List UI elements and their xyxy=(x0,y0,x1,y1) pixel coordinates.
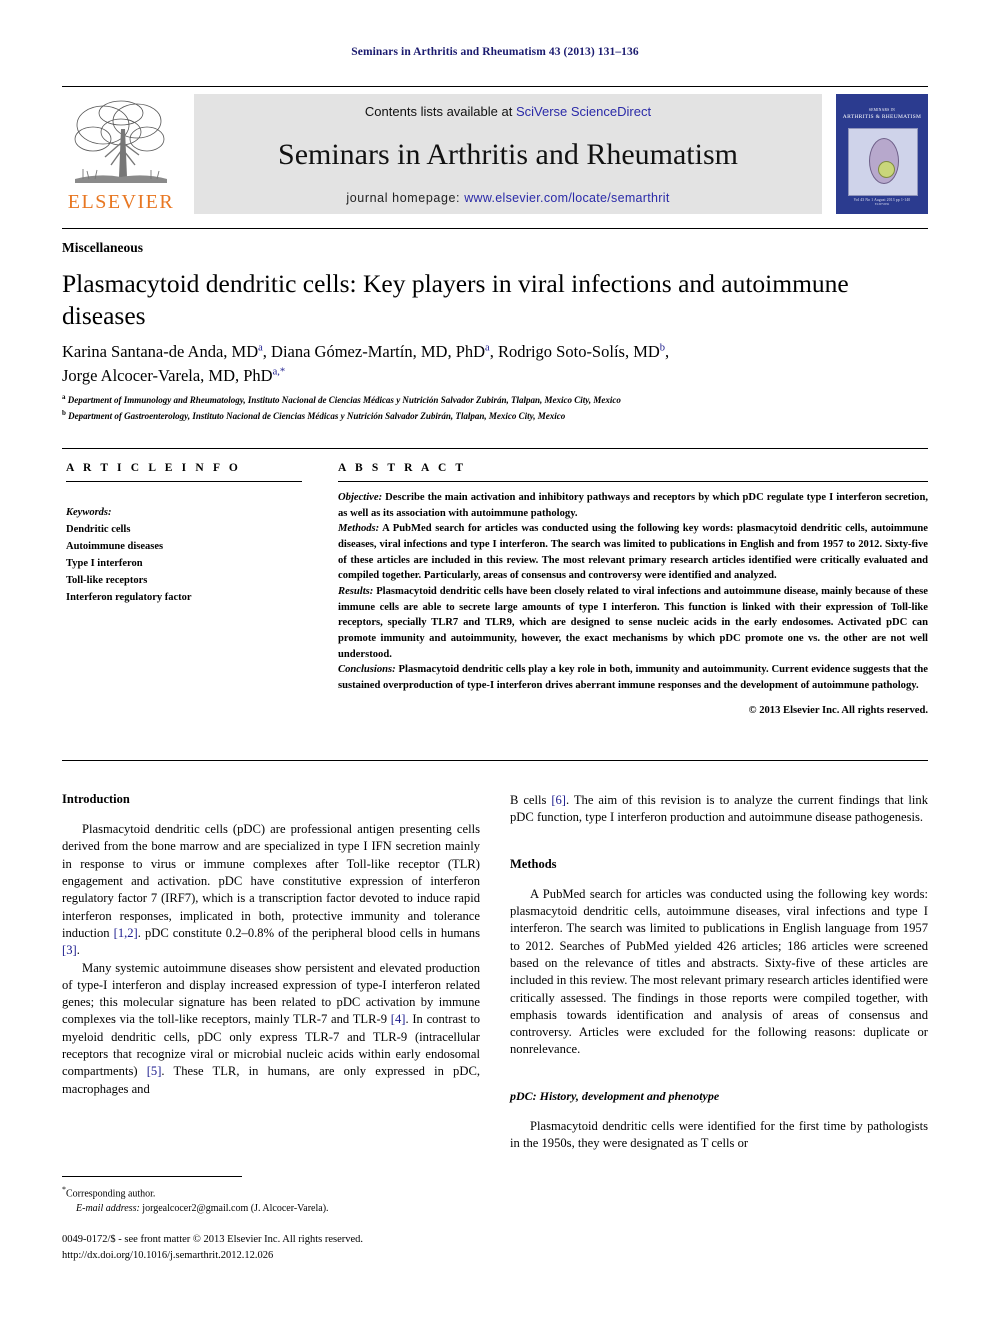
article-info-heading: A R T I C L E I N F O xyxy=(66,462,241,474)
abstract-conclusions-text: Plasmacytoid dendritic cells play a key … xyxy=(338,664,928,692)
masthead-top-rule xyxy=(62,86,928,87)
citation-reference[interactable]: [3] xyxy=(62,943,77,957)
abstract-band-top-rule xyxy=(62,448,928,449)
email-label: E-mail address: xyxy=(76,1203,140,1215)
abstract-conclusions: Conclusions: Plasmacytoid dendritic cell… xyxy=(338,662,928,693)
keyword-item: Dendritic cells xyxy=(66,524,131,535)
cover-cell-nucleus xyxy=(878,161,895,178)
abstract-band-bottom-rule xyxy=(62,760,928,761)
homepage-prefix-text: journal homepage: xyxy=(346,191,465,205)
citation-reference[interactable]: [6] xyxy=(551,793,566,807)
article-info-rule xyxy=(66,481,302,482)
abstract-results: Results: Plasmacytoid dendritic cells ha… xyxy=(338,584,928,662)
cover-title-block: SEMINARS IN ARTHRITIS & RHEUMATISM xyxy=(836,108,928,122)
body-column-left: Introduction Plasmacytoid dendritic cell… xyxy=(62,792,480,1098)
footnote-separator-rule xyxy=(62,1176,242,1177)
article-info-column: A R T I C L E I N F O Keywords: Dendriti… xyxy=(66,462,302,606)
keyword-item: Type I interferon xyxy=(66,558,143,569)
citation-reference[interactable]: [5] xyxy=(147,1064,162,1078)
author-line1-tail: , xyxy=(665,342,670,361)
abstract-objective: Objective: Describe the main activation … xyxy=(338,490,928,521)
author-4: Jorge Alcocer-Varela, MD, PhD xyxy=(62,366,273,386)
keyword-item: Toll-like receptors xyxy=(66,575,148,586)
cover-publisher-mark: ELSEVIER xyxy=(874,202,890,206)
contents-available-line: Contents lists available at SciVerse Sci… xyxy=(365,104,651,119)
introduction-heading: Introduction xyxy=(62,792,130,806)
affiliation-b: b Department of Gastroenterology, Instit… xyxy=(62,408,928,424)
body-column-right: B cells [6]. The aim of this revision is… xyxy=(510,792,928,1152)
elsevier-tree-icon xyxy=(74,100,167,183)
keyword-item: Interferon regulatory factor xyxy=(66,592,192,603)
author-3: , Rodrigo Soto-Solís, MD xyxy=(489,342,660,361)
author-2: , Diana Gómez-Martín, MD, PhD xyxy=(262,342,486,361)
keywords-label: Keywords: xyxy=(66,507,112,518)
journal-article-page: Seminars in Arthritis and Rheumatism 43 … xyxy=(0,0,990,1320)
keywords-block: Keywords: Dendritic cells Autoimmune dis… xyxy=(66,504,302,606)
elsevier-wordmark: ELSEVIER xyxy=(67,191,175,213)
author-1: Karina Santana-de Anda, MD xyxy=(62,342,259,361)
journal-homepage-line: journal homepage: www.elsevier.com/locat… xyxy=(346,191,669,205)
journal-cover-thumbnail: SEMINARS IN ARTHRITIS & RHEUMATISM Vol 4… xyxy=(836,94,928,214)
corresponding-author-label: Corresponding author. xyxy=(66,1188,156,1200)
abstract-column: A B S T R A C T Objective: Describe the … xyxy=(338,462,928,718)
abstract-results-label: Results: xyxy=(338,586,374,598)
contents-prefix-text: Contents lists available at xyxy=(364,104,516,119)
corresponding-author-line: *Corresponding author. xyxy=(62,1184,492,1201)
methods-paragraph-1: A PubMed search for articles was conduct… xyxy=(510,886,928,1057)
methods-heading: Methods xyxy=(510,856,557,871)
affiliations-block: a Department of Immunology and Rheumatol… xyxy=(62,392,928,424)
abstract-objective-text: Describe the main activation and inhibit… xyxy=(338,492,928,519)
affiliation-a: a Department of Immunology and Rheumatol… xyxy=(62,392,928,408)
section-kicker: Miscellaneous xyxy=(62,240,143,255)
cover-title-line2: ARTHRITIS & RHEUMATISM xyxy=(842,114,922,121)
issn-copyright-line: 0049-0172/$ - see front matter © 2013 El… xyxy=(62,1234,364,1245)
email-line: E-mail address: jorgealcocer2@gmail.com … xyxy=(62,1201,492,1216)
title-separator-rule xyxy=(62,228,928,229)
email-address[interactable]: jorgealcocer2@gmail.com (J. Alcocer-Vare… xyxy=(140,1203,328,1214)
corresponding-author-footnote: *Corresponding author. E-mail address: j… xyxy=(62,1184,492,1216)
cover-cell-illustration xyxy=(848,128,918,196)
abstract-heading: A B S T R A C T xyxy=(338,462,467,474)
cover-cell-body xyxy=(869,138,899,184)
author-list: Karina Santana-de Anda, MDa, Diana Gómez… xyxy=(62,340,892,389)
abstract-conclusions-label: Conclusions: xyxy=(338,664,396,676)
abstract-methods-text: A PubMed search for articles was conduct… xyxy=(338,523,928,582)
journal-masthead: ELSEVIER Contents lists available at Sci… xyxy=(62,86,928,214)
journal-title: Seminars in Arthritis and Rheumatism xyxy=(278,138,738,172)
affiliation-a-text: Department of Immunology and Rheumatolog… xyxy=(65,395,621,405)
abstract-methods: Methods: A PubMed search for articles wa… xyxy=(338,521,928,584)
doi-line[interactable]: http://dx.doi.org/10.1016/j.semarthrit.2… xyxy=(62,1248,522,1264)
cover-title-line1: SEMINARS IN xyxy=(868,108,896,112)
running-head: Seminars in Arthritis and Rheumatism 43 … xyxy=(351,46,639,58)
abstract-copyright: © 2013 Elsevier Inc. All rights reserved… xyxy=(748,704,928,716)
abstract-results-text: Plasmacytoid dendritic cells have been c… xyxy=(338,586,928,660)
pdc-history-subheading: pDC: History, development and phenotype xyxy=(510,1088,720,1103)
page-title: Plasmacytoid dendritic cells: Key player… xyxy=(62,269,849,331)
author-4-affiliation-marker: a,* xyxy=(272,366,286,378)
abstract-body: Objective: Describe the main activation … xyxy=(338,490,928,718)
imprint-block: 0049-0172/$ - see front matter © 2013 El… xyxy=(62,1232,522,1264)
abstract-objective-label: Objective: xyxy=(338,492,383,503)
abstract-rule xyxy=(338,481,928,482)
citation-reference[interactable]: [4] xyxy=(391,1012,406,1026)
intro-paragraph-2: Many systemic autoimmune diseases show p… xyxy=(62,960,480,1096)
abstract-methods-label: Methods: xyxy=(338,523,380,535)
citation-reference[interactable]: [1,2] xyxy=(114,926,138,940)
pdc-paragraph-1: Plasmacytoid dendritic cells were identi… xyxy=(510,1118,928,1151)
intro-paragraph-3: B cells [6]. The aim of this revision is… xyxy=(510,793,928,825)
elsevier-logo: ELSEVIER xyxy=(62,94,180,214)
sciencedirect-link[interactable]: SciVerse ScienceDirect xyxy=(516,104,651,119)
intro-paragraph-1: Plasmacytoid dendritic cells (pDC) are p… xyxy=(62,822,480,958)
journal-homepage-link[interactable]: www.elsevier.com/locate/semarthrit xyxy=(464,191,669,205)
affiliation-b-text: Department of Gastroenterology, Institut… xyxy=(65,410,566,421)
sciencedirect-banner: Contents lists available at SciVerse Sci… xyxy=(194,94,822,214)
keyword-item: Autoimmune diseases xyxy=(66,541,164,552)
